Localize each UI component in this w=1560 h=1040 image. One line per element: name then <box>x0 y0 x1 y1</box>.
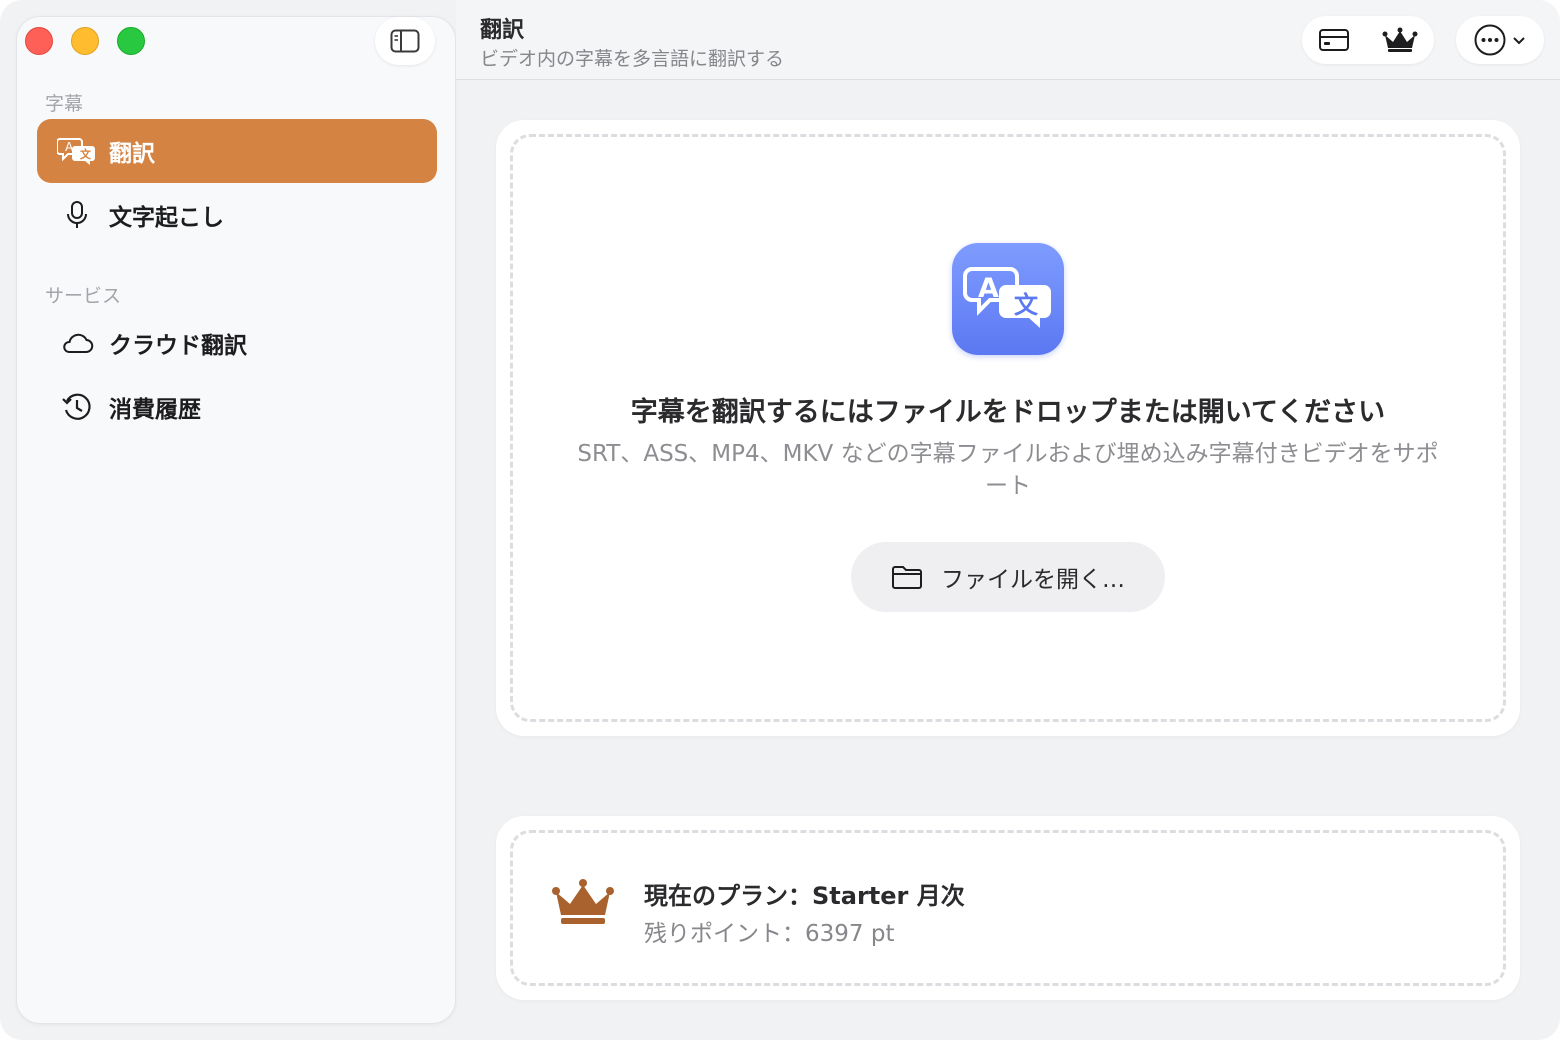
sidebar-toggle-button[interactable] <box>375 17 435 65</box>
page-subtitle: ビデオ内の字幕を多言語に翻訳する <box>480 48 785 70</box>
app-window: 字幕 A 文 翻訳 文字起こし サービス クラウド翻訳 消費履歴 翻訳 ビデオ内… <box>0 0 1560 1040</box>
chevron-down-icon <box>1513 37 1525 45</box>
sidebar-item-history[interactable]: 消費履歴 <box>37 375 437 439</box>
crown-icon <box>1382 27 1418 52</box>
close-window-button[interactable] <box>25 27 53 55</box>
sidebar-icon <box>390 29 420 53</box>
crown-icon <box>552 879 614 924</box>
premium-button[interactable] <box>1370 16 1430 64</box>
open-file-label: ファイルを開く… <box>941 567 1125 593</box>
drop-zone-title: 字幕を翻訳するにはファイルをドロップまたは開いてください <box>630 397 1386 428</box>
sidebar-item-translate[interactable]: A 文 翻訳 <box>37 119 437 183</box>
more-menu-button[interactable] <box>1456 16 1544 64</box>
sidebar: 字幕 A 文 翻訳 文字起こし サービス クラウド翻訳 消費履歴 <box>16 16 456 1024</box>
sidebar-item-cloud-translate[interactable]: クラウド翻訳 <box>37 311 437 375</box>
sidebar-item-transcribe[interactable]: 文字起こし <box>37 183 437 247</box>
open-file-button[interactable]: ファイルを開く… <box>851 542 1165 612</box>
file-drop-zone[interactable]: A 文 字幕を翻訳するにはファイルをドロップまたは開いてください SRT、ASS… <box>496 120 1520 736</box>
section-label-subtitles: 字幕 <box>45 93 84 115</box>
minimize-window-button[interactable] <box>71 27 99 55</box>
folder-icon <box>892 566 922 589</box>
section-label-services: サービス <box>45 285 122 307</box>
translate-icon: A 文 <box>57 135 97 167</box>
microphone-icon <box>57 199 97 231</box>
sidebar-item-label: 翻訳 <box>109 141 155 167</box>
more-icon <box>1474 24 1506 56</box>
svg-text:文: 文 <box>1014 291 1039 319</box>
sidebar-item-label: クラウド翻訳 <box>109 333 247 359</box>
sidebar-item-label: 文字起こし <box>109 205 224 231</box>
remaining-points-label: 残りポイント：6397 pt <box>644 921 895 947</box>
history-icon <box>57 391 97 423</box>
card-icon <box>1319 29 1349 51</box>
cloud-icon <box>57 327 97 359</box>
svg-text:文: 文 <box>80 147 92 161</box>
page-title: 翻訳 <box>480 18 525 43</box>
billing-button[interactable] <box>1304 16 1364 64</box>
app-translate-icon: A 文 <box>952 243 1064 355</box>
svg-text:A: A <box>978 273 999 304</box>
plan-card: 現在のプラン：Starter 月次 残りポイント：6397 pt <box>496 816 1520 1000</box>
sidebar-item-label: 消費履歴 <box>109 397 201 423</box>
current-plan-label: 現在のプラン：Starter 月次 <box>644 882 965 910</box>
toolbar-header: 翻訳 ビデオ内の字幕を多言語に翻訳する <box>456 0 1560 80</box>
header-button-group <box>1302 16 1434 64</box>
drop-zone-subtitle: SRT、ASS、MP4、MKV などの字幕ファイルおよび埋め込み字幕付きビデオを… <box>577 441 1439 499</box>
zoom-window-button[interactable] <box>117 27 145 55</box>
